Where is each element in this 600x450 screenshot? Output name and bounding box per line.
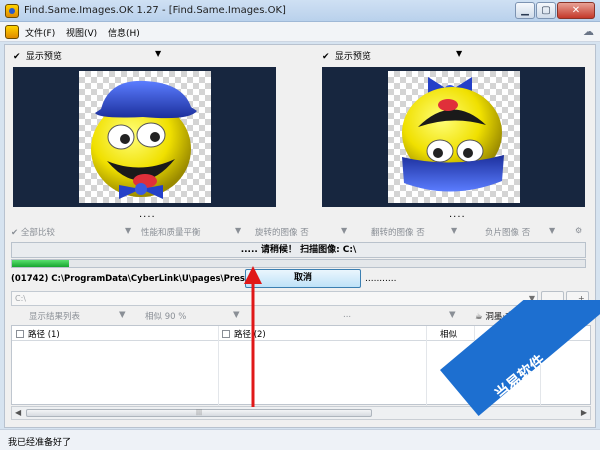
show-results-list[interactable]: 显示结果列表	[29, 310, 80, 322]
chevron-down-icon[interactable]: ▼	[125, 226, 131, 235]
right-preview-label: 显示预览	[334, 52, 371, 62]
smiley-image	[402, 77, 504, 192]
check-icon: ✔	[13, 52, 21, 62]
progress-fill	[12, 260, 70, 267]
support-label[interactable]: ☕ 洞墨·支持我的工作:	[475, 310, 559, 322]
left-preview-info: ....	[139, 209, 156, 220]
performance-option[interactable]: 性能和质量平衡	[141, 226, 201, 238]
horizontal-scrollbar[interactable]: ◀ ||| ▶	[11, 406, 591, 420]
window-title: Find.Same.Images.OK 1.27 - [Find.Same.Im…	[24, 5, 286, 16]
column-similar[interactable]: 相似	[440, 328, 457, 340]
options-row: ✔ 全部比较 ▼ 性能和质量平衡 ▼ 旋转的图像 否 ▼ 翻转的图像 否 ▼ 负…	[5, 223, 595, 241]
rotated-option[interactable]: 旋转的图像 否	[255, 226, 309, 238]
chevron-down-icon[interactable]: ▼	[529, 292, 535, 305]
chevron-down-icon[interactable]: ▼	[235, 226, 241, 235]
chevron-down-icon[interactable]: ▼	[119, 310, 126, 320]
left-preview-image	[79, 71, 211, 203]
scroll-right-icon[interactable]: ▶	[581, 408, 587, 417]
right-preview-info: ....	[449, 209, 466, 220]
smiley-image	[91, 80, 197, 199]
chevron-down-icon: ▼	[456, 49, 463, 58]
minimize-button[interactable]: ▁	[515, 2, 535, 19]
column-divider	[218, 326, 219, 406]
check-icon: ✔	[322, 52, 330, 62]
column-path-1[interactable]: 路径 (1)	[16, 328, 60, 340]
main-area: ✔ 显示预览 ▼ ✔ 显示预览 ▼ .... .... ✔ 全部比较 ▼ 性能和…	[4, 44, 596, 428]
column-divider	[540, 326, 541, 406]
chevron-down-icon[interactable]: ▼	[451, 226, 457, 235]
chevron-down-icon[interactable]: ▼	[341, 226, 347, 235]
results-table[interactable]: 路径 (1) 路径 (2) 相似 Ratio % 大	[11, 325, 591, 406]
column-size[interactable]: 大	[550, 328, 559, 340]
column-divider	[474, 326, 475, 406]
negative-option[interactable]: 负片图像 否	[485, 226, 530, 238]
left-preview-panel[interactable]	[13, 67, 276, 207]
scan-extra-dots: ...........	[365, 274, 397, 284]
menu-bar: 文件(F) 视图(V) 信息(H) ☁	[0, 22, 600, 42]
path-value: C:\	[15, 294, 26, 303]
annotation-arrow	[244, 266, 262, 407]
chevron-down-icon[interactable]: ▼	[449, 310, 456, 320]
scroll-left-icon[interactable]: ◀	[15, 408, 21, 417]
filter-extra[interactable]: ...	[343, 310, 351, 320]
column-ratio[interactable]: Ratio %	[492, 328, 525, 338]
path-combobox[interactable]: C:\ ▼	[11, 291, 538, 306]
add-path-button[interactable]: ...+	[566, 291, 589, 306]
app-menu-icon[interactable]	[5, 25, 19, 39]
compare-all-option[interactable]: ✔ 全部比较	[11, 226, 55, 238]
title-bar: Find.Same.Images.OK 1.27 - [Find.Same.Im…	[0, 0, 600, 22]
similarity-threshold[interactable]: 相似 90 %	[145, 310, 186, 322]
browse-button[interactable]: ...	[541, 291, 564, 306]
menu-info[interactable]: 信息(H)	[108, 26, 140, 39]
left-preview-label: 显示预览	[25, 52, 62, 62]
flipped-option[interactable]: 翻转的图像 否	[371, 226, 425, 238]
right-preview-toggle[interactable]: ✔ 显示预览 ▼	[322, 49, 462, 63]
help-icon[interactable]: ☁	[583, 25, 594, 38]
checkbox[interactable]	[222, 330, 230, 338]
scan-progress-bar	[11, 259, 586, 268]
app-icon	[5, 4, 19, 18]
maximize-button[interactable]: ▢	[536, 2, 556, 19]
status-bar: 我已经准备好了	[0, 429, 600, 450]
table-header: 路径 (1) 路径 (2) 相似 Ratio % 大	[12, 326, 590, 341]
chevron-down-icon[interactable]: ▼	[549, 226, 555, 235]
column-divider	[426, 326, 427, 406]
checkbox[interactable]	[16, 330, 24, 338]
current-scan-path: (01742) C:\ProgramData\CyberLink\U\pages…	[11, 274, 245, 284]
filter-row: 显示结果列表 ▼ 相似 90 % ▼ ... ▼ ☕ 洞墨·支持我的工作:	[5, 308, 595, 324]
close-button[interactable]: ✕	[557, 2, 595, 19]
status-text: 我已经准备好了	[8, 438, 72, 448]
right-preview-image	[388, 71, 520, 203]
scroll-thumb[interactable]: |||	[26, 409, 372, 417]
right-preview-panel[interactable]	[322, 67, 585, 207]
menu-file[interactable]: 文件(F)	[25, 26, 55, 39]
scan-status: ..... 请稍候！ 扫描图像: C:\	[11, 242, 586, 258]
left-preview-toggle[interactable]: ✔ 显示预览 ▼	[13, 49, 161, 63]
menu-view[interactable]: 视图(V)	[66, 26, 97, 39]
chevron-down-icon: ▼	[155, 49, 162, 58]
settings-icon[interactable]: ⚙	[575, 226, 582, 235]
